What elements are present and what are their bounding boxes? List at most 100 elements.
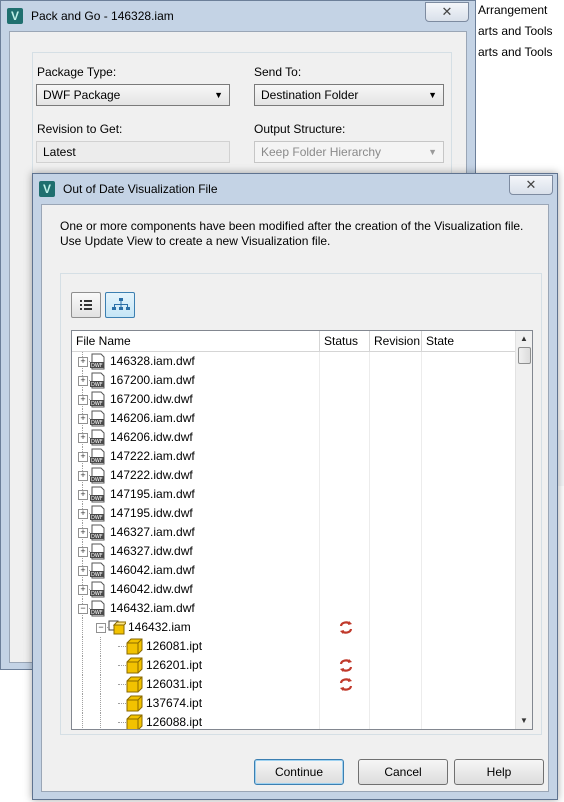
cell-separator bbox=[421, 428, 422, 447]
column-state[interactable]: State bbox=[422, 331, 518, 351]
scroll-up-icon[interactable]: ▲ bbox=[516, 331, 532, 347]
tree-view-button[interactable] bbox=[105, 292, 135, 318]
svg-text:DWF: DWF bbox=[91, 534, 103, 540]
expand-icon[interactable]: + bbox=[78, 509, 88, 519]
expand-icon[interactable]: + bbox=[78, 452, 88, 462]
table-row[interactable]: + DWF 146328.iam.dwf bbox=[72, 352, 518, 371]
collapse-icon[interactable]: − bbox=[78, 604, 88, 614]
dwf-file-icon: DWF bbox=[90, 391, 106, 411]
table-row[interactable]: + DWF 146042.idw.dwf bbox=[72, 580, 518, 599]
out-of-date-dialog: V Out of Date Visualization File ✕ One o… bbox=[32, 173, 558, 800]
table-row[interactable]: 126201.ipt bbox=[72, 656, 518, 675]
cell-separator bbox=[319, 713, 320, 729]
expand-icon[interactable]: + bbox=[78, 490, 88, 500]
svg-text:DWF: DWF bbox=[91, 363, 103, 369]
background-list-item[interactable]: Arrangement bbox=[470, 0, 564, 21]
cell-separator bbox=[421, 409, 422, 428]
dwf-file-icon: DWF bbox=[90, 353, 106, 373]
table-row[interactable]: + DWF 146206.idw.dwf bbox=[72, 428, 518, 447]
expand-icon[interactable]: + bbox=[78, 471, 88, 481]
file-name-cell: 137674.ipt bbox=[146, 696, 203, 710]
table-row[interactable]: + DWF 146206.iam.dwf bbox=[72, 409, 518, 428]
ipt-file-icon bbox=[126, 714, 143, 729]
dropdown-arrow-icon: ▼ bbox=[428, 90, 437, 100]
table-row[interactable]: 126081.ipt bbox=[72, 637, 518, 656]
table-row[interactable]: + DWF 146327.idw.dwf bbox=[72, 542, 518, 561]
dwf-file-icon: DWF bbox=[90, 410, 106, 430]
expand-icon[interactable]: + bbox=[78, 433, 88, 443]
cell-separator bbox=[421, 447, 422, 466]
svg-text:DWF: DWF bbox=[91, 572, 103, 578]
table-row[interactable]: + DWF 147222.idw.dwf bbox=[72, 466, 518, 485]
scroll-thumb[interactable] bbox=[518, 347, 531, 364]
table-row[interactable]: 137674.ipt bbox=[72, 694, 518, 713]
table-row[interactable]: 126088.ipt bbox=[72, 713, 518, 729]
package-type-dropdown[interactable]: DWF Package ▼ bbox=[36, 84, 230, 106]
background-list-item[interactable]: arts and Tools bbox=[470, 21, 564, 42]
pack-and-go-titlebar[interactable]: V Pack and Go - 146328.iam ✕ bbox=[1, 1, 475, 31]
expand-icon[interactable]: + bbox=[78, 357, 88, 367]
column-status[interactable]: Status bbox=[320, 331, 370, 351]
cell-separator bbox=[319, 447, 320, 466]
file-name-cell: 146042.iam.dwf bbox=[110, 563, 195, 577]
iam-file-icon bbox=[108, 619, 129, 639]
cell-separator bbox=[369, 599, 370, 618]
cell-separator bbox=[369, 390, 370, 409]
table-row[interactable]: + DWF 147222.iam.dwf bbox=[72, 447, 518, 466]
table-row[interactable]: 126031.ipt bbox=[72, 675, 518, 694]
expand-icon[interactable]: + bbox=[78, 547, 88, 557]
expand-icon[interactable]: + bbox=[78, 414, 88, 424]
vault-app-icon: V bbox=[39, 181, 55, 197]
pack-and-go-close-button[interactable]: ✕ bbox=[425, 2, 469, 22]
cancel-button[interactable]: Cancel bbox=[358, 759, 448, 785]
ipt-file-icon bbox=[126, 657, 143, 677]
list-view-button[interactable] bbox=[71, 292, 101, 318]
cell-separator bbox=[319, 656, 320, 675]
table-row[interactable]: − 146432.iam bbox=[72, 618, 518, 637]
expand-icon[interactable]: + bbox=[78, 376, 88, 386]
expand-icon[interactable]: + bbox=[78, 585, 88, 595]
dialog-message: One or more components have been modifie… bbox=[60, 219, 524, 248]
cell-separator bbox=[369, 485, 370, 504]
dwf-file-icon: DWF bbox=[90, 600, 106, 620]
dialog-titlebar[interactable]: V Out of Date Visualization File ✕ bbox=[33, 174, 557, 204]
svg-text:DWF: DWF bbox=[91, 401, 103, 407]
column-file-name[interactable]: File Name bbox=[72, 331, 320, 351]
continue-button[interactable]: Continue bbox=[254, 759, 344, 785]
pack-and-go-title: Pack and Go - 146328.iam bbox=[31, 9, 174, 23]
dwf-file-icon: DWF bbox=[90, 581, 106, 601]
dwf-file-icon: DWF bbox=[90, 524, 106, 544]
table-row[interactable]: + DWF 146327.iam.dwf bbox=[72, 523, 518, 542]
send-to-dropdown[interactable]: Destination Folder ▼ bbox=[254, 84, 444, 106]
dwf-file-icon: DWF bbox=[90, 562, 106, 582]
table-row[interactable]: − DWF 146432.iam.dwf bbox=[72, 599, 518, 618]
table-row[interactable]: + DWF 167200.idw.dwf bbox=[72, 390, 518, 409]
table-row[interactable]: + DWF 146042.iam.dwf bbox=[72, 561, 518, 580]
cell-separator bbox=[421, 656, 422, 675]
cell-separator bbox=[319, 504, 320, 523]
column-revision[interactable]: Revision bbox=[370, 331, 422, 351]
dialog-close-button[interactable]: ✕ bbox=[509, 175, 553, 195]
tree-view-icon bbox=[112, 298, 130, 310]
svg-text:DWF: DWF bbox=[91, 477, 103, 483]
background-list-item[interactable]: arts and Tools bbox=[470, 42, 564, 63]
table-row[interactable]: + DWF 147195.idw.dwf bbox=[72, 504, 518, 523]
table-row[interactable]: + DWF 167200.iam.dwf bbox=[72, 371, 518, 390]
cell-separator bbox=[421, 504, 422, 523]
vertical-scrollbar[interactable]: ▲ ▼ bbox=[515, 331, 532, 729]
scroll-down-icon[interactable]: ▼ bbox=[516, 713, 532, 729]
cell-separator bbox=[421, 694, 422, 713]
help-button[interactable]: Help bbox=[454, 759, 544, 785]
expand-icon[interactable]: + bbox=[78, 566, 88, 576]
file-name-cell: 147222.iam.dwf bbox=[110, 449, 195, 463]
expand-icon[interactable]: + bbox=[78, 395, 88, 405]
tree-connector bbox=[100, 656, 101, 675]
collapse-icon[interactable]: − bbox=[96, 623, 106, 633]
tree-connector bbox=[82, 656, 83, 675]
ipt-file-icon bbox=[126, 638, 143, 658]
dwf-file-icon: DWF bbox=[90, 543, 106, 563]
cell-separator bbox=[319, 390, 320, 409]
cell-separator bbox=[369, 466, 370, 485]
expand-icon[interactable]: + bbox=[78, 528, 88, 538]
table-row[interactable]: + DWF 147195.iam.dwf bbox=[72, 485, 518, 504]
